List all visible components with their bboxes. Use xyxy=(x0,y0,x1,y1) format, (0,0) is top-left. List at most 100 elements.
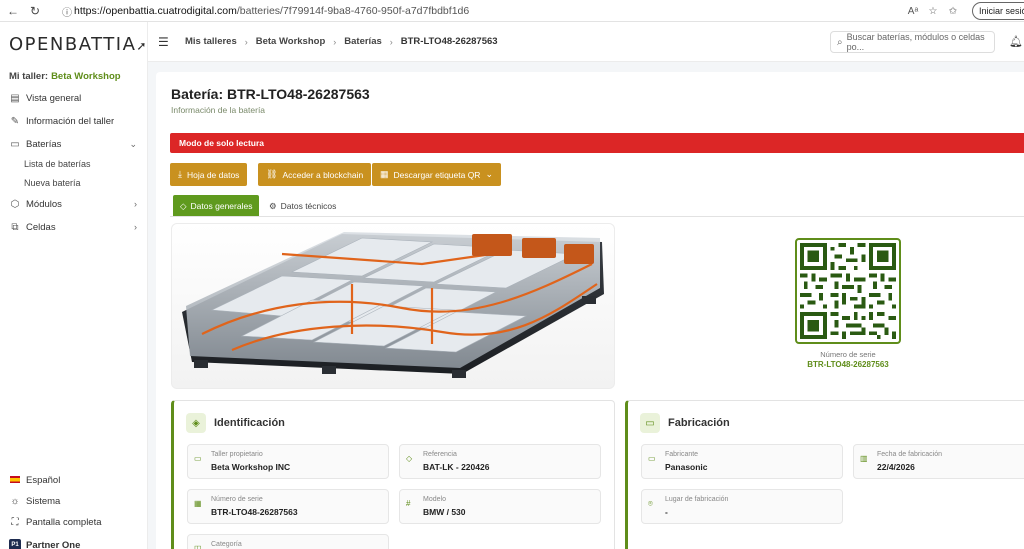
qr-download-label: Descargar etiqueta QR xyxy=(393,169,481,180)
battery-pack-illustration xyxy=(182,232,604,378)
partner-logo-icon: P1 xyxy=(9,539,21,549)
category-icon: ◫ xyxy=(194,544,202,549)
logo-text: OPENBATTIA xyxy=(9,34,137,55)
favorites-list-icon[interactable]: ✩ xyxy=(946,6,960,17)
sidebar-item-overview[interactable]: ▤ Vista general xyxy=(9,89,139,107)
sidebar-subitem-new-battery[interactable]: Nueva batería xyxy=(24,178,81,188)
qr-code-graphic xyxy=(800,243,896,339)
tag-icon: ◇ xyxy=(180,200,187,211)
field-serial-number: ▦ Número de serie BTR-LTO48-26287563 xyxy=(187,489,389,524)
partner-account[interactable]: P1 Partner One xyxy=(9,537,80,549)
sidebar-item-label: Celdas xyxy=(26,221,56,233)
field-label: Referencia xyxy=(423,451,457,458)
tab-general-data[interactable]: ◇ Datos generales xyxy=(173,195,260,217)
breadcrumb-current: BTR-LTO48-26287563 xyxy=(400,36,498,47)
field-value: BTR-LTO48-26287563 xyxy=(211,507,298,517)
field-value: - xyxy=(665,507,668,517)
breadcrumb-my-workshops[interactable]: Mis talleres xyxy=(185,36,237,47)
sidebar-subitem-battery-list[interactable]: Lista de baterías xyxy=(24,159,91,169)
qr-download-button[interactable]: ▦ Descargar etiqueta QR ⌄ xyxy=(372,163,501,186)
qr-code-icon: ▦ xyxy=(380,169,389,179)
folder-icon: ▭ xyxy=(640,413,660,433)
site-info-icon[interactable]: ⓘ xyxy=(60,4,74,19)
tab-label: Datos generales xyxy=(190,201,253,211)
field-reference: ◇ Referencia BAT-LK - 220426 xyxy=(399,444,601,479)
field-label: Número de serie xyxy=(211,496,263,503)
reload-icon[interactable]: ↻ xyxy=(26,2,44,20)
field-label: Fabricante xyxy=(665,451,699,458)
search-placeholder: Buscar baterías, módulos o celdas po... xyxy=(846,32,985,52)
sliders-icon: ⚙ xyxy=(269,200,277,211)
field-value: Beta Workshop INC xyxy=(211,462,291,472)
sidebar-item-label: Módulos xyxy=(26,198,62,210)
fullscreen-toggle[interactable]: ⛶ Pantalla completa xyxy=(9,514,102,530)
browser-toolbar: ← ↻ ⓘ https://openbattia.cuatrodigital.c… xyxy=(0,0,1024,22)
back-arrow-icon[interactable]: ← xyxy=(4,2,22,20)
read-aloud-icon[interactable]: Aᵃ xyxy=(906,6,920,17)
system-label: Sistema xyxy=(26,495,61,507)
notification-bell-icon[interactable]: 🔔︎ xyxy=(1009,35,1023,48)
address-bar[interactable]: ⓘ https://openbattia.cuatrodigital.com/b… xyxy=(58,2,968,20)
global-search-input[interactable]: ⌕ Buscar baterías, módulos o celdas po..… xyxy=(830,31,995,53)
chevron-right-icon: › xyxy=(333,36,337,47)
main-content: Batería: BTR-LTO48-26287563 Información … xyxy=(148,62,1024,549)
openbattia-logo[interactable]: OPENBATTIA➚ xyxy=(9,34,148,55)
current-workshop: Mi taller: Beta Workshop xyxy=(9,71,121,82)
battery-pack-image xyxy=(171,223,615,389)
chevron-right-icon: › xyxy=(134,222,137,232)
logo-arrow-icon: ➚ xyxy=(136,39,148,53)
sidebar-item-cells[interactable]: ⧉ Celdas › xyxy=(9,218,139,236)
cube-icon: ⬡ xyxy=(10,198,20,210)
fullscreen-label: Pantalla completa xyxy=(26,516,102,528)
sidebar-item-modules[interactable]: ⬡ Módulos › xyxy=(9,195,139,213)
field-value: Panasonic xyxy=(665,462,708,472)
sidebar-item-label: Vista general xyxy=(26,92,82,104)
sidebar-item-label: Baterías xyxy=(26,138,62,150)
datasheet-label: Hoja de datos xyxy=(186,169,240,180)
chart-icon: ▤ xyxy=(10,92,20,104)
blockchain-button[interactable]: ⛓ Acceder a blockchain xyxy=(258,163,372,186)
url-path: /batteries/7f79914f-9ba8-4760-950f-a7d7f… xyxy=(236,5,470,17)
chevron-right-icon: › xyxy=(389,36,393,47)
top-header: ☰ Mis talleres › Beta Workshop › Batería… xyxy=(148,22,1024,62)
calendar-icon: ▥ xyxy=(860,454,868,463)
breadcrumb-workshop[interactable]: Beta Workshop xyxy=(256,36,326,47)
battery-detail-card: Batería: BTR-LTO48-26287563 Información … xyxy=(156,72,1024,549)
tab-technical-data[interactable]: ⚙ Datos técnicos xyxy=(262,195,343,217)
hash-icon: # xyxy=(406,499,411,508)
workshop-value: Beta Workshop xyxy=(51,71,121,82)
field-label: Fecha de fabricación xyxy=(877,451,942,458)
fullscreen-icon: ⛶ xyxy=(11,516,19,528)
language-selector[interactable]: Español xyxy=(9,472,60,488)
field-label: Categoría xyxy=(211,541,242,548)
field-label: Modelo xyxy=(423,496,446,503)
sidebar-item-label: Información del taller xyxy=(26,115,115,127)
link-icon: ⛓ xyxy=(266,169,278,179)
search-icon: ⌕ xyxy=(837,36,843,48)
breadcrumb-batteries[interactable]: Baterías xyxy=(344,36,382,47)
datasheet-button[interactable]: ⤓ Hoja de datos xyxy=(170,163,248,186)
spain-flag-icon xyxy=(9,475,21,486)
sidebar-item-workshop-info[interactable]: ✎ Información del taller xyxy=(9,112,139,130)
browser-login-button[interactable]: Iniciar sesión xyxy=(972,2,1024,20)
blockchain-label: Acceder a blockchain xyxy=(282,169,364,180)
qr-code-icon: ▦ xyxy=(194,499,202,508)
breadcrumb: Mis talleres › Beta Workshop › Baterías … xyxy=(185,36,498,47)
favorite-star-icon[interactable]: ☆ xyxy=(926,6,940,17)
field-value: 22/4/2026 xyxy=(877,462,915,472)
sun-icon: ☼ xyxy=(10,495,20,507)
field-label: Taller propietario xyxy=(211,451,263,458)
theme-system-toggle[interactable]: ☼ Sistema xyxy=(9,493,60,509)
qr-serial-value: BTR-LTO48-26287563 xyxy=(807,360,889,369)
page-subtitle: Información de la batería xyxy=(171,105,266,115)
chevron-down-icon: ⌄ xyxy=(485,169,493,179)
layers-icon: ⧉ xyxy=(11,221,19,233)
page-title: Batería: BTR-LTO48-26287563 xyxy=(171,86,370,102)
field-manufacturer: ▭ Fabricante Panasonic xyxy=(641,444,843,479)
sidebar-item-batteries[interactable]: ▭ Baterías ⌄ xyxy=(9,135,139,153)
map-pin-icon: ⌾ xyxy=(648,499,653,508)
menu-toggle-icon[interactable]: ☰ xyxy=(158,35,169,49)
section-header: ▭ Fabricación xyxy=(640,413,730,433)
chevron-right-icon: › xyxy=(134,199,137,209)
tag-icon: ◈ xyxy=(186,413,206,433)
